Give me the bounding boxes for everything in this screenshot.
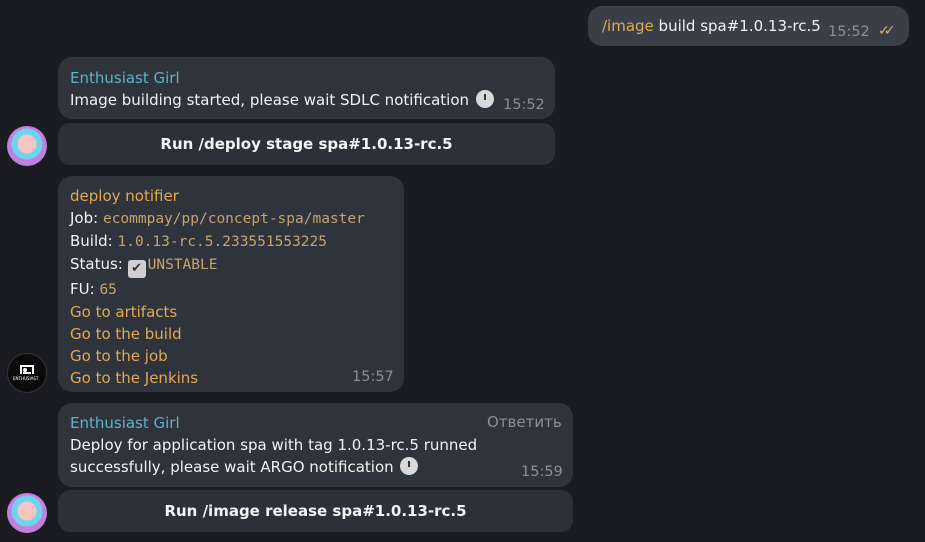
stopwatch-icon (475, 90, 494, 108)
message-time: 15:57 (352, 369, 394, 385)
command-link[interactable]: /image (602, 17, 654, 35)
status-label: Status: (70, 255, 128, 273)
status-value: UNSTABLE (147, 257, 218, 273)
message-text: successfully, please wait ARGO notificat… (70, 458, 394, 476)
message-text: Deploy for application spa with tag 1.0.… (70, 436, 478, 454)
reply-button[interactable]: Ответить (487, 413, 562, 431)
double-check-icon: ✓✓ (878, 23, 896, 39)
fu-value: 65 (99, 282, 117, 298)
fu-label: FU: (70, 280, 100, 298)
avatar[interactable] (7, 493, 47, 533)
deploy-stage-button[interactable]: Run /deploy stage spa#1.0.13-rc.5 (58, 123, 555, 165)
avatar[interactable]: ENTHUSIAST (7, 353, 47, 393)
message-time: 15:59 (521, 464, 563, 480)
message-time: 15:52 (503, 97, 545, 113)
link-job[interactable]: Go to the job (70, 345, 365, 367)
logo-text: ENTHUSIAST (13, 376, 39, 381)
outgoing-message[interactable]: /image build spa#1.0.13-rc.5 15:52 ✓✓ (588, 6, 909, 46)
sender-name[interactable]: deploy notifier (70, 185, 179, 207)
link-build[interactable]: Go to the build (70, 323, 365, 345)
deploy-notifier-message[interactable]: deploy notifier Job: ecommpay/pp/concept… (58, 176, 404, 392)
avatar[interactable] (7, 126, 47, 166)
stopwatch-icon (400, 457, 419, 475)
bot-message-deploy-ok[interactable]: Enthusiast Girl Ответить Deploy for appl… (58, 403, 573, 487)
message-text: build spa#1.0.13-rc.5 (653, 17, 821, 35)
check-box-icon: ✔ (127, 260, 146, 278)
build-label: Build: (70, 232, 118, 250)
link-jenkins[interactable]: Go to the Jenkins (70, 367, 365, 389)
sender-name[interactable]: Enthusiast Girl (70, 67, 180, 89)
job-label: Job: (70, 209, 103, 227)
message-text: Image building started, please wait SDLC… (70, 91, 470, 109)
message-time: 15:52 (828, 24, 870, 40)
sender-name[interactable]: Enthusiast Girl (70, 412, 180, 434)
logo-icon (20, 365, 34, 374)
bot-message-build-started[interactable]: Enthusiast Girl Image building started, … (58, 57, 555, 119)
link-artifacts[interactable]: Go to artifacts (70, 301, 365, 323)
build-value: 1.0.13-rc.5.233551553225 (117, 234, 327, 250)
job-value: ecommpay/pp/concept-spa/master (102, 211, 365, 227)
image-release-button[interactable]: Run /image release spa#1.0.13-rc.5 (58, 490, 573, 532)
